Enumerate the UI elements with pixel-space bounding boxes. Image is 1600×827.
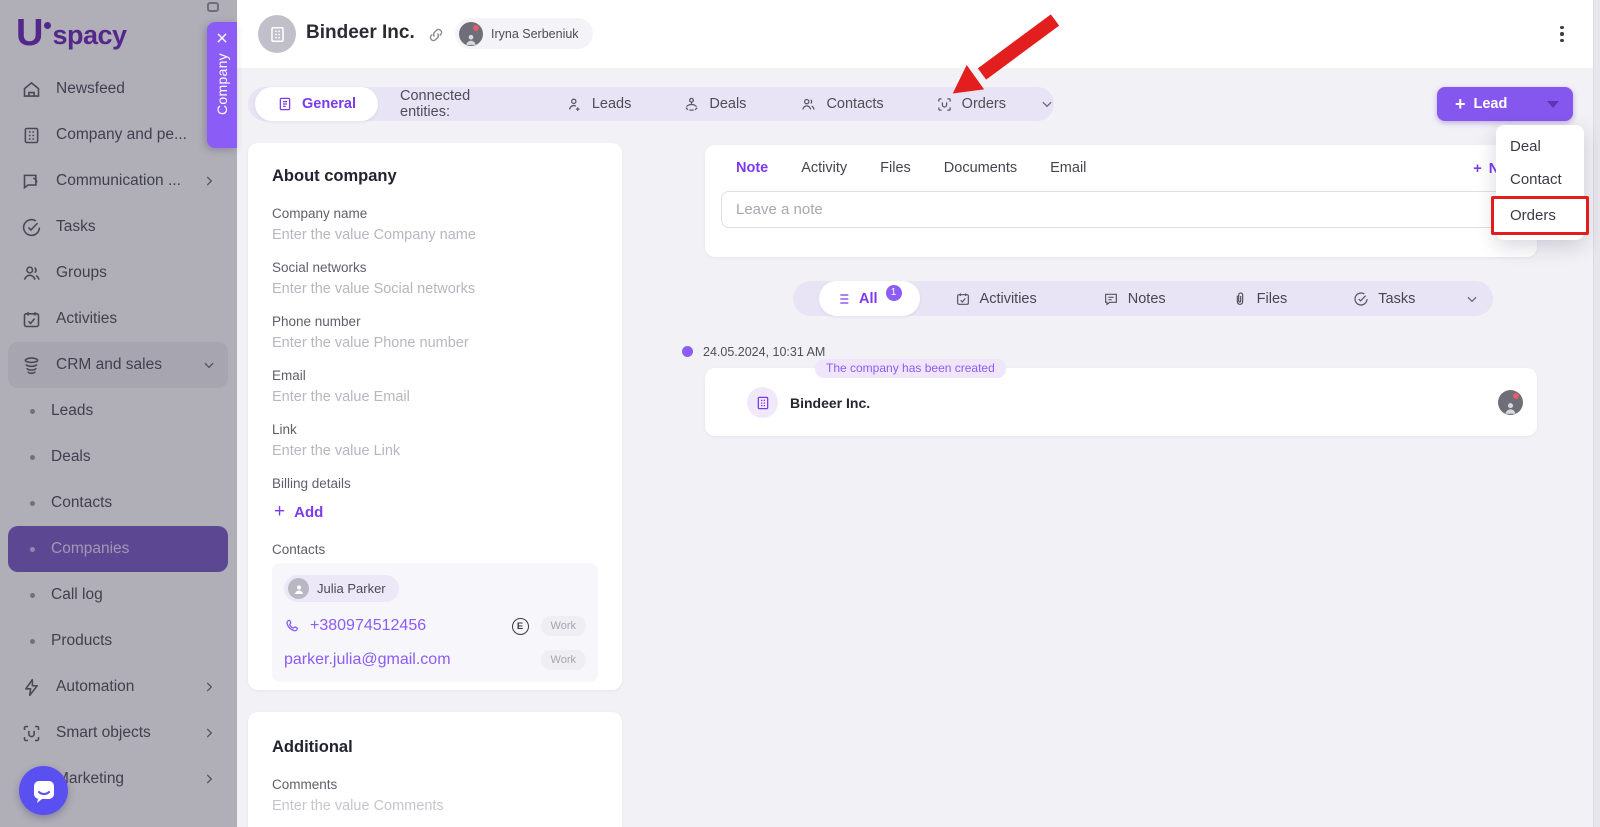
add-billing-button[interactable]: + Add — [274, 501, 598, 523]
chat-icon — [31, 778, 57, 804]
composer-tab-files[interactable]: Files — [880, 160, 911, 176]
timeline-dot — [682, 346, 693, 357]
composer-tab-documents[interactable]: Documents — [944, 160, 1017, 176]
entry-owner-avatar — [1498, 390, 1523, 415]
menu-item-contact[interactable]: Contact — [1496, 163, 1584, 196]
sidebar-overlay — [0, 0, 237, 827]
phone-icon — [284, 618, 301, 635]
contact-card: Julia Parker +380974512456 E Work parker… — [272, 563, 598, 682]
social-networks-field[interactable]: Enter the value Social networks — [272, 281, 598, 297]
timeline-filter-bar: All 1 Activities Notes Files Tasks — [793, 281, 1493, 316]
event-badge: The company has been created — [815, 359, 1006, 378]
plus-icon: + — [274, 501, 285, 523]
contact-phone-link[interactable]: +380974512456 — [310, 617, 426, 635]
phone-type-badge: Work — [541, 616, 586, 636]
comments-field[interactable]: Enter the value Comments — [272, 798, 598, 814]
calendar-check-icon — [955, 291, 971, 307]
email-type-badge: Work — [541, 650, 586, 670]
main-panel: Bindeer Inc. Iryna Serbeniuk General Con… — [237, 0, 1600, 827]
tab-general[interactable]: General — [255, 87, 378, 121]
company-panel-tab[interactable]: Company — [207, 22, 237, 148]
tab-contacts[interactable]: Contacts — [800, 96, 883, 113]
orders-icon — [936, 96, 953, 113]
lead-dropdown-menu: Deal Contact Orders — [1496, 125, 1584, 240]
chat-fab[interactable] — [19, 766, 68, 815]
app-root: U spacy Newsfeed Company and pe... Commu… — [0, 0, 1600, 827]
filter-notes[interactable]: Notes — [1103, 291, 1166, 307]
email-field[interactable]: Enter the value Email — [272, 389, 598, 405]
check-circle-icon — [1353, 291, 1369, 307]
page-title: Bindeer Inc. — [306, 22, 415, 44]
owner-chip[interactable]: Iryna Serbeniuk — [455, 18, 593, 49]
count-badge: 1 — [886, 285, 902, 301]
close-icon[interactable] — [215, 31, 229, 45]
filter-all[interactable]: All 1 — [819, 281, 920, 316]
avatar — [1498, 390, 1523, 415]
company-entry-avatar — [747, 387, 778, 418]
caret-down-icon — [1547, 101, 1559, 108]
tab-connected-entities: Connected entities: — [400, 88, 524, 120]
building-icon — [268, 25, 287, 44]
plus-icon: + — [1455, 95, 1466, 113]
chevron-down-icon[interactable] — [1465, 292, 1479, 306]
company-avatar — [258, 15, 296, 53]
entry-company-name[interactable]: Bindeer Inc. — [790, 395, 870, 411]
company-name-field[interactable]: Enter the value Company name — [272, 227, 598, 243]
contact-email-row: parker.julia@gmail.com Work — [284, 650, 586, 670]
note-bubble-icon — [1103, 291, 1119, 307]
building-icon — [755, 395, 771, 411]
contact-phone-row: +380974512456 E Work — [284, 616, 586, 636]
composer-tabs: Note Activity Files Documents Email — [721, 160, 1521, 176]
contact-email-link[interactable]: parker.julia@gmail.com — [284, 651, 451, 669]
link-field[interactable]: Enter the value Link — [272, 443, 598, 459]
kebab-menu-icon[interactable] — [1553, 24, 1571, 44]
paperclip-icon — [1232, 291, 1248, 307]
additional-title: Additional — [272, 738, 598, 757]
scrollbar[interactable] — [1593, 0, 1600, 827]
filter-files[interactable]: Files — [1232, 291, 1288, 307]
chevron-down-icon[interactable] — [1040, 97, 1054, 111]
filter-activities[interactable]: Activities — [955, 291, 1037, 307]
avatar — [459, 22, 483, 46]
tab-leads[interactable]: Leads — [566, 96, 632, 113]
filter-tasks[interactable]: Tasks — [1353, 291, 1415, 307]
menu-item-deal[interactable]: Deal — [1496, 130, 1584, 163]
tab-deals[interactable]: Deals — [683, 96, 746, 113]
person-plus-icon — [566, 96, 583, 113]
about-title: About company — [272, 167, 598, 186]
additional-card: Additional Comments Enter the value Comm… — [248, 712, 622, 827]
composer-tab-activity[interactable]: Activity — [801, 160, 847, 176]
document-icon — [277, 96, 293, 112]
handshake-icon — [683, 96, 700, 113]
phone-number-field[interactable]: Enter the value Phone number — [272, 335, 598, 351]
entity-tabs: General Connected entities: Leads Deals … — [248, 87, 1054, 121]
carrier-icon: E — [512, 618, 529, 635]
note-input[interactable] — [721, 191, 1521, 228]
contact-chip[interactable]: Julia Parker — [284, 575, 399, 602]
link-icon[interactable] — [427, 26, 445, 44]
company-header: Bindeer Inc. Iryna Serbeniuk — [237, 0, 1600, 68]
tab-orders[interactable]: Orders — [936, 96, 1006, 113]
about-company-card: About company Company name Enter the val… — [248, 143, 622, 690]
menu-item-orders[interactable]: Orders — [1491, 196, 1589, 235]
person-icon — [288, 578, 309, 599]
contacts-icon — [800, 96, 817, 113]
timeline-date: 24.05.2024, 10:31 AM — [703, 345, 825, 359]
add-lead-button[interactable]: + Lead — [1437, 87, 1573, 121]
composer-card: Note Activity Files Documents Email + No… — [705, 145, 1537, 257]
composer-tab-email[interactable]: Email — [1050, 160, 1086, 176]
plus-icon: + — [1473, 161, 1481, 177]
composer-tab-note[interactable]: Note — [736, 160, 768, 176]
list-icon — [835, 291, 851, 307]
timeline-entry-card[interactable]: The company has been created Bindeer Inc… — [705, 368, 1537, 436]
